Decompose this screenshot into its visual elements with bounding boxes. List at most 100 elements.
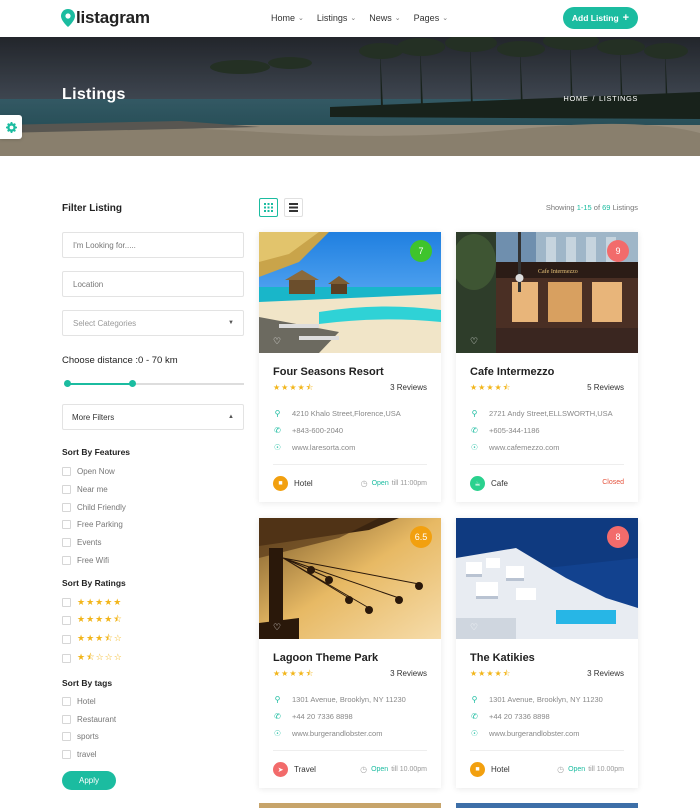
hours-text: till 10.00pm	[391, 766, 427, 773]
hero-banner: Listings HOME / LISTINGS	[0, 37, 700, 156]
category-label: Hotel	[294, 479, 313, 488]
cafe-icon: ☕	[470, 476, 485, 491]
hours-text: till 10.00pm	[588, 766, 624, 773]
clock-icon: ◷	[557, 765, 565, 774]
checkbox-label: Near me	[77, 484, 108, 494]
more-filters-toggle[interactable]: More Filters ▲	[62, 404, 244, 430]
checkbox[interactable]	[62, 731, 71, 741]
phone-row[interactable]: ✆ +44 20 7336 8898	[470, 712, 550, 721]
listing-image[interactable]: Cafe Intermezzo 9 ♡	[456, 232, 638, 353]
nav-item-news[interactable]: News ⌄	[369, 13, 400, 23]
heart-icon[interactable]: ♡	[273, 622, 281, 633]
checkbox[interactable]	[62, 519, 71, 529]
add-listing-button[interactable]: Add Listing +	[563, 7, 638, 29]
feature-free-wifi[interactable]: Free Wifi	[62, 555, 109, 565]
listing-image[interactable]: 8 ♡	[456, 518, 638, 639]
rating-badge: 7	[410, 240, 432, 262]
top-header: listagram Home ⌄ Listings ⌄ News ⌄ Pages ⌄ A…	[0, 0, 700, 37]
globe-icon: ☉	[470, 443, 479, 452]
category-tag[interactable]: ☕ Cafe	[470, 476, 508, 491]
heart-icon[interactable]: ♡	[470, 336, 478, 347]
website-row[interactable]: ☉ www.burgerandlobster.com	[273, 729, 383, 738]
feature-free-parking[interactable]: Free Parking	[62, 519, 123, 529]
website-row[interactable]: ☉ www.laresorta.com	[273, 443, 355, 452]
slider-handle-max[interactable]	[128, 380, 136, 387]
checkbox[interactable]	[62, 615, 71, 625]
nav-item-pages[interactable]: Pages ⌄	[414, 13, 448, 23]
grid-view-button[interactable]	[259, 198, 278, 217]
checkbox[interactable]	[62, 696, 71, 706]
address-row: ⚲ 4210 Khalo Street,Florence,USA	[273, 409, 401, 418]
checkbox[interactable]	[62, 502, 71, 512]
heart-icon[interactable]: ♡	[470, 622, 478, 633]
settings-toggle[interactable]	[0, 115, 22, 139]
checkbox-label: Events	[77, 537, 102, 547]
phone-row[interactable]: ✆ +605-344-1186	[470, 426, 539, 435]
feature-near-me[interactable]: Near me	[62, 484, 108, 494]
nav-item-home[interactable]: Home ⌄	[271, 13, 304, 23]
feature-open-now[interactable]: Open Now	[62, 466, 115, 476]
listing-card[interactable]: 8 ♡ The Katikies ★★★★⯪ 3 Reviews ⚲ 1301 A…	[456, 518, 638, 788]
rating-option[interactable]: ★★★★⯪	[62, 614, 123, 625]
tag-hotel[interactable]: Hotel	[62, 696, 96, 706]
rating-option[interactable]: ★★★★★	[62, 597, 122, 607]
website-row[interactable]: ☉ www.cafemezzo.com	[470, 443, 560, 452]
divider	[470, 750, 624, 751]
checkbox[interactable]	[62, 597, 71, 607]
keyword-input[interactable]: I'm Looking for.....	[62, 232, 244, 258]
listing-image[interactable]: 7 ♡	[259, 232, 441, 353]
tag-restaurant[interactable]: Restaurant	[62, 714, 116, 724]
breadcrumb-home[interactable]: HOME	[563, 94, 588, 103]
heart-icon[interactable]: ♡	[273, 336, 281, 347]
closed-status: Closed	[602, 479, 624, 486]
listing-title[interactable]: Four Seasons Resort	[273, 366, 384, 378]
hours-text: till 11:00pm	[391, 480, 427, 487]
apply-button[interactable]: Apply	[62, 771, 116, 790]
listing-title[interactable]: The Katikies	[470, 652, 535, 664]
checkbox[interactable]	[62, 634, 71, 644]
website-text: www.burgerandlobster.com	[292, 729, 383, 738]
rating-stars: ★★★★⯪	[273, 383, 315, 392]
listing-image[interactable]: 6.5 ♡	[259, 518, 441, 639]
map-pin-icon: ⚲	[274, 409, 281, 418]
tag-sports[interactable]: sports	[62, 731, 99, 741]
checkbox[interactable]	[62, 749, 71, 759]
listing-card[interactable]: Cafe Intermezzo 9 ♡ Cafe Intermezzo ★★★★…	[456, 232, 638, 502]
list-view-button[interactable]	[284, 198, 303, 217]
category-label: Cafe	[491, 479, 508, 488]
listing-card[interactable]: 6.5 ♡ Lagoon Theme Park ★★★★⯪ 3 Reviews …	[259, 518, 441, 788]
checkbox[interactable]	[62, 714, 71, 724]
category-tag[interactable]: ■ Hotel	[470, 762, 510, 777]
logo[interactable]: listagram	[61, 8, 150, 28]
slider-handle-min[interactable]	[64, 380, 71, 387]
distance-label: Choose distance :0 - 70 km	[62, 355, 178, 366]
listing-title[interactable]: Lagoon Theme Park	[273, 652, 378, 664]
checkbox-label: Open Now	[77, 466, 115, 476]
map-pin-icon: ⚲	[274, 695, 281, 704]
distance-slider[interactable]	[64, 380, 244, 388]
listing-title[interactable]: Cafe Intermezzo	[470, 366, 554, 378]
website-row[interactable]: ☉ www.burgerandlobster.com	[470, 729, 580, 738]
checkbox[interactable]	[62, 537, 71, 547]
rating-option[interactable]: ★⯪☆☆☆	[62, 652, 123, 663]
location-input[interactable]: Location	[62, 271, 244, 297]
nav-item-listings[interactable]: Listings ⌄	[317, 13, 356, 23]
rating-option[interactable]: ★★★⯪☆	[62, 633, 123, 644]
checkbox[interactable]	[62, 555, 71, 565]
feature-events[interactable]: Events	[62, 537, 101, 547]
open-status: Open	[568, 766, 586, 773]
category-select[interactable]: Select Categories ▼	[62, 310, 244, 336]
checkbox[interactable]	[62, 653, 71, 663]
listing-card[interactable]: 7 ♡ Four Seasons Resort ★★★★⯪ 3 Reviews …	[259, 232, 441, 502]
tag-travel[interactable]: travel	[62, 749, 97, 759]
category-tag[interactable]: ■ Hotel	[273, 476, 313, 491]
feature-child-friendly[interactable]: Child Friendly	[62, 502, 126, 512]
phone-row[interactable]: ✆ +44 20 7336 8898	[273, 712, 353, 721]
checkbox[interactable]	[62, 484, 71, 494]
checkbox[interactable]	[62, 466, 71, 476]
grid-icon	[264, 203, 273, 212]
address-row: ⚲ 2721 Andy Street,ELLSWORTH,USA	[470, 409, 613, 418]
phone-row[interactable]: ✆ +843-600-2040	[273, 426, 343, 435]
category-tag[interactable]: ➤ Travel	[273, 762, 316, 777]
hotel-icon: ■	[470, 762, 485, 777]
